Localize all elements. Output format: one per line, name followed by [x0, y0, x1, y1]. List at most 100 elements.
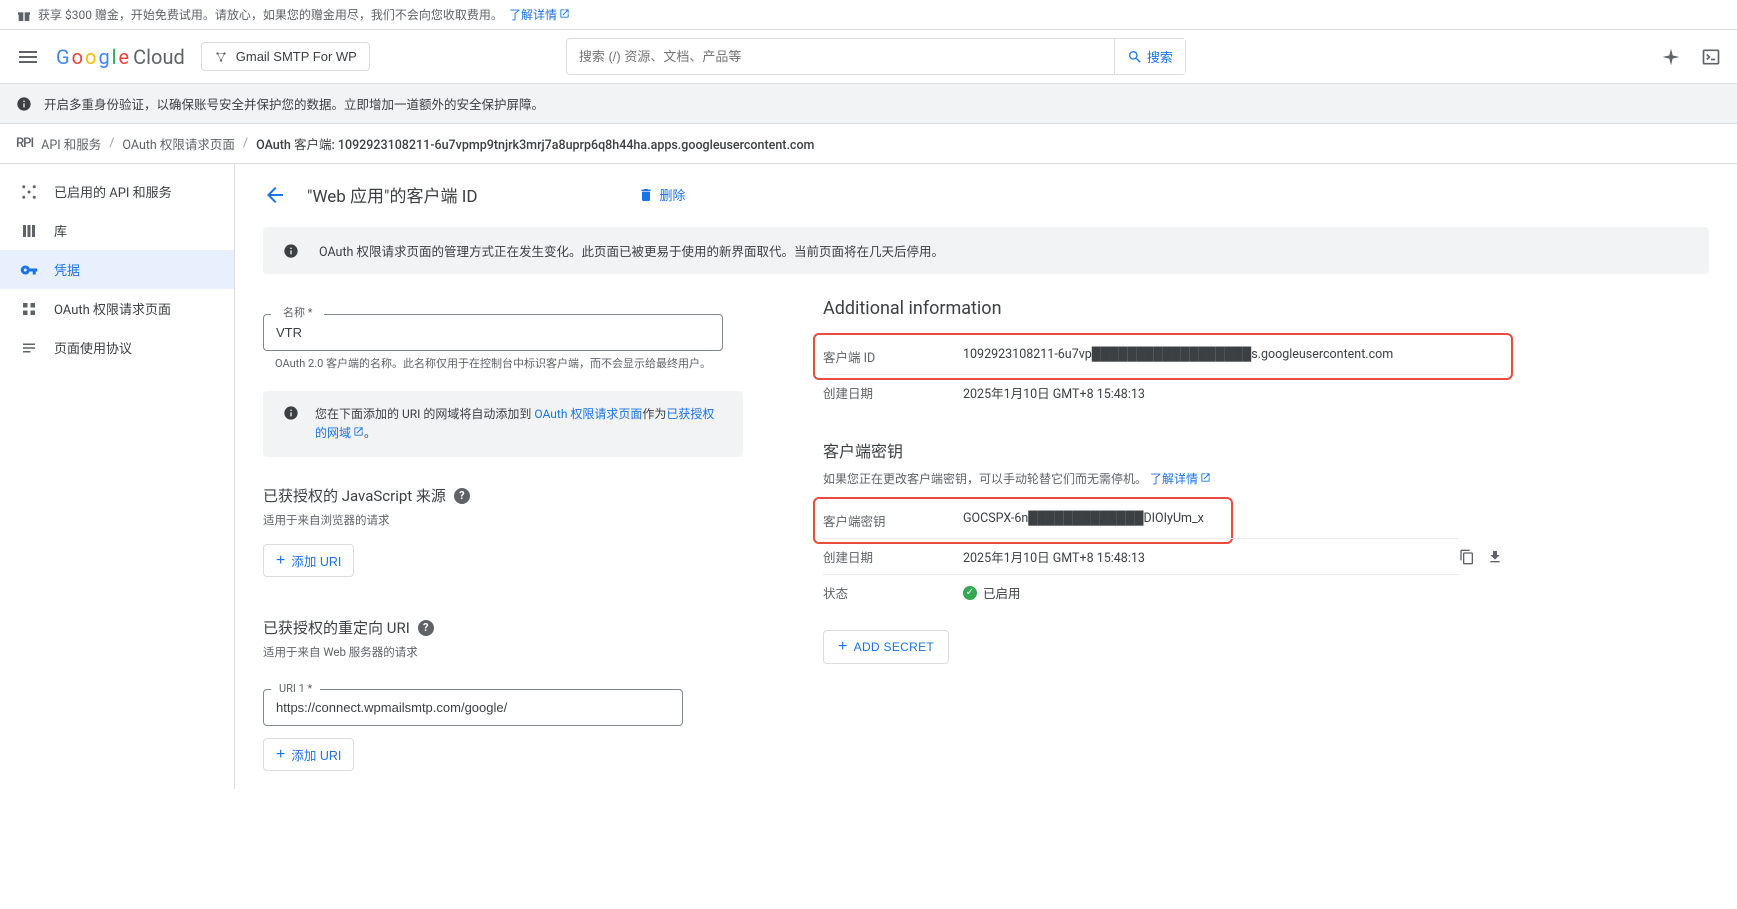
- library-icon: [20, 222, 38, 240]
- js-origins-sub: 适用于来自浏览器的请求: [263, 512, 743, 528]
- plus-icon: +: [276, 747, 285, 763]
- client-id-highlight: 客户端 ID 1092923108211-6u7vp██████████████…: [813, 333, 1513, 380]
- project-selector[interactable]: Gmail SMTP For WP: [201, 42, 370, 71]
- page-header: "Web 应用"的客户端 ID 删除: [263, 182, 1709, 207]
- status-row: 状态 ✓ 已启用: [823, 574, 1459, 610]
- terms-icon: [20, 339, 38, 357]
- delete-button[interactable]: 删除: [638, 185, 686, 204]
- sidebar-item-label: 已启用的 API 和服务: [54, 182, 172, 201]
- consent-icon: [20, 300, 38, 318]
- copy-icon[interactable]: [1459, 549, 1475, 565]
- secret-table: 客户端密钥 GOCSPX-6n█████████████DIOIyUm_x 创建…: [823, 497, 1459, 610]
- gemini-icon[interactable]: [1661, 47, 1681, 67]
- google-cloud-logo[interactable]: Google Cloud: [56, 45, 185, 69]
- sidebar-item-credentials[interactable]: 凭据: [0, 250, 234, 289]
- sidebar-item-label: OAuth 权限请求页面: [54, 299, 171, 318]
- header-icons: [1661, 47, 1721, 67]
- uri1-input[interactable]: [263, 689, 683, 726]
- info-icon: [283, 405, 299, 421]
- secret-value: GOCSPX-6n█████████████DIOIyUm_x: [963, 511, 1223, 530]
- name-label: 名称 *: [271, 304, 324, 320]
- name-input[interactable]: [263, 314, 723, 351]
- add-js-uri-button[interactable]: + 添加 URI: [263, 544, 354, 577]
- search-input[interactable]: [567, 41, 1114, 72]
- key-icon: [20, 261, 38, 279]
- download-icon[interactable]: [1487, 549, 1503, 565]
- search-button[interactable]: 搜索: [1114, 39, 1185, 74]
- help-icon[interactable]: ?: [454, 488, 470, 504]
- secret-key: 客户端密钥: [823, 511, 963, 530]
- client-secret-sub: 如果您正在更改客户端密钥，可以手动轮替它们而无需停机。 了解详情: [823, 470, 1503, 487]
- breadcrumb-leaf: OAuth 客户端: 1092923108211-6u7vpmp9tnjrk3m…: [256, 134, 814, 153]
- promo-link[interactable]: 了解详情: [509, 6, 570, 23]
- change-notice-text: OAuth 权限请求页面的管理方式正在发生变化。此页面已被更易于使用的新界面取代…: [319, 241, 944, 260]
- client-id-value: 1092923108211-6u7vp██████████████████s.g…: [963, 347, 1503, 366]
- info-icon: [283, 243, 299, 259]
- page-title: "Web 应用"的客户端 ID: [307, 182, 478, 207]
- secret-row: 客户端密钥 GOCSPX-6n█████████████DIOIyUm_x: [823, 503, 1223, 538]
- mfa-notice-text: 开启多重身份验证，以确保账号安全并保护您的数据。立即增加一道额外的安全保护屏障。: [44, 94, 544, 113]
- breadcrumb: RPI API 和服务 / OAuth 权限请求页面 / OAuth 客户端: …: [0, 124, 1737, 164]
- breadcrumb-mid[interactable]: OAuth 权限请求页面: [122, 134, 235, 153]
- external-icon: [353, 426, 364, 437]
- uri1-label: URI 1 *: [271, 682, 320, 695]
- name-help: OAuth 2.0 客户端的名称。此名称仅用于在控制台中标识客户端，而不会显示给…: [263, 355, 743, 371]
- domain-note-text: 您在下面添加的 URI 的网域将自动添加到 OAuth 权限请求页面作为已获授权…: [315, 405, 723, 443]
- plus-icon: +: [276, 553, 285, 569]
- secret-created-key: 创建日期: [823, 547, 963, 566]
- uri1-field-group: URI 1 *: [263, 676, 743, 726]
- secret-created-value: 2025年1月10日 GMT+8 15:48:13: [963, 547, 1459, 566]
- sidebar-item-enabled-apis[interactable]: 已启用的 API 和服务: [0, 172, 234, 211]
- additional-info-table: 客户端 ID 1092923108211-6u7vp██████████████…: [823, 333, 1503, 410]
- sidebar-item-terms[interactable]: 页面使用协议: [0, 328, 234, 367]
- status-key: 状态: [823, 583, 963, 602]
- apis-icon: [20, 183, 38, 201]
- client-secret-title: 客户端密钥: [823, 438, 1503, 462]
- secret-learn-more-link[interactable]: 了解详情: [1150, 472, 1211, 486]
- menu-icon[interactable]: [16, 45, 40, 69]
- search-icon: [1127, 49, 1143, 65]
- external-icon: [559, 8, 570, 19]
- secret-actions: [1459, 549, 1503, 565]
- plus-icon: +: [838, 639, 848, 655]
- sidebar-item-library[interactable]: 库: [0, 211, 234, 250]
- consent-link[interactable]: OAuth 权限请求页面: [534, 407, 642, 421]
- redirect-uris-sub: 适用于来自 Web 服务器的请求: [263, 644, 743, 660]
- redirect-uris-header: 已获授权的重定向 URI ?: [263, 617, 743, 638]
- name-field-group: 名称 * OAuth 2.0 客户端的名称。此名称仅用于在控制台中标识客户端，而…: [263, 298, 743, 371]
- project-icon: [214, 50, 228, 64]
- check-icon: ✓: [963, 586, 977, 600]
- secret-highlight: 客户端密钥 GOCSPX-6n█████████████DIOIyUm_x: [813, 497, 1233, 544]
- secret-row-wrap: 客户端密钥 GOCSPX-6n█████████████DIOIyUm_x 创建…: [823, 503, 1503, 610]
- secret-created-row: 创建日期 2025年1月10日 GMT+8 15:48:13: [823, 538, 1459, 574]
- main-content: "Web 应用"的客户端 ID 删除 OAuth 权限请求页面的管理方式正在发生…: [235, 164, 1737, 789]
- sidebar: 已启用的 API 和服务 库 凭据 OAuth 权限请求页面 页面使用协议: [0, 164, 235, 789]
- created-value: 2025年1月10日 GMT+8 15:48:13: [963, 383, 1503, 402]
- client-id-row: 客户端 ID 1092923108211-6u7vp██████████████…: [823, 339, 1503, 374]
- mfa-notice-bar: 开启多重身份验证，以确保账号安全并保护您的数据。立即增加一道额外的安全保护屏障。: [0, 84, 1737, 124]
- back-arrow-icon[interactable]: [263, 183, 287, 207]
- status-value: ✓ 已启用: [963, 583, 1459, 602]
- breadcrumb-root[interactable]: API 和服务: [41, 134, 101, 153]
- shell-icon[interactable]: [1701, 47, 1721, 67]
- js-origins-title: 已获授权的 JavaScript 来源: [263, 485, 446, 506]
- add-redirect-uri-button[interactable]: + 添加 URI: [263, 738, 354, 771]
- promo-text: 获享 $300 赠金，开始免费试用。请放心，如果您的赠金用尽，我们不会向您收取费…: [38, 6, 503, 23]
- sidebar-item-label: 凭据: [54, 260, 80, 279]
- promo-bar: 获享 $300 赠金，开始免费试用。请放心，如果您的赠金用尽，我们不会向您收取费…: [0, 0, 1737, 30]
- add-secret-button[interactable]: + ADD SECRET: [823, 630, 949, 664]
- gift-icon: [16, 7, 32, 23]
- js-origins-header: 已获授权的 JavaScript 来源 ?: [263, 485, 743, 506]
- additional-info-title: Additional information: [823, 298, 1503, 319]
- trash-icon: [638, 187, 654, 203]
- external-icon: [1200, 472, 1211, 483]
- created-date-row: 创建日期 2025年1月10日 GMT+8 15:48:13: [823, 374, 1503, 410]
- header: Google Cloud Gmail SMTP For WP 搜索: [0, 30, 1737, 84]
- created-key: 创建日期: [823, 383, 963, 402]
- sidebar-item-consent[interactable]: OAuth 权限请求页面: [0, 289, 234, 328]
- help-icon[interactable]: ?: [418, 620, 434, 636]
- redirect-uris-title: 已获授权的重定向 URI: [263, 617, 410, 638]
- sidebar-item-label: 页面使用协议: [54, 338, 132, 357]
- search-bar: 搜索: [566, 38, 1186, 75]
- sidebar-item-label: 库: [54, 221, 67, 240]
